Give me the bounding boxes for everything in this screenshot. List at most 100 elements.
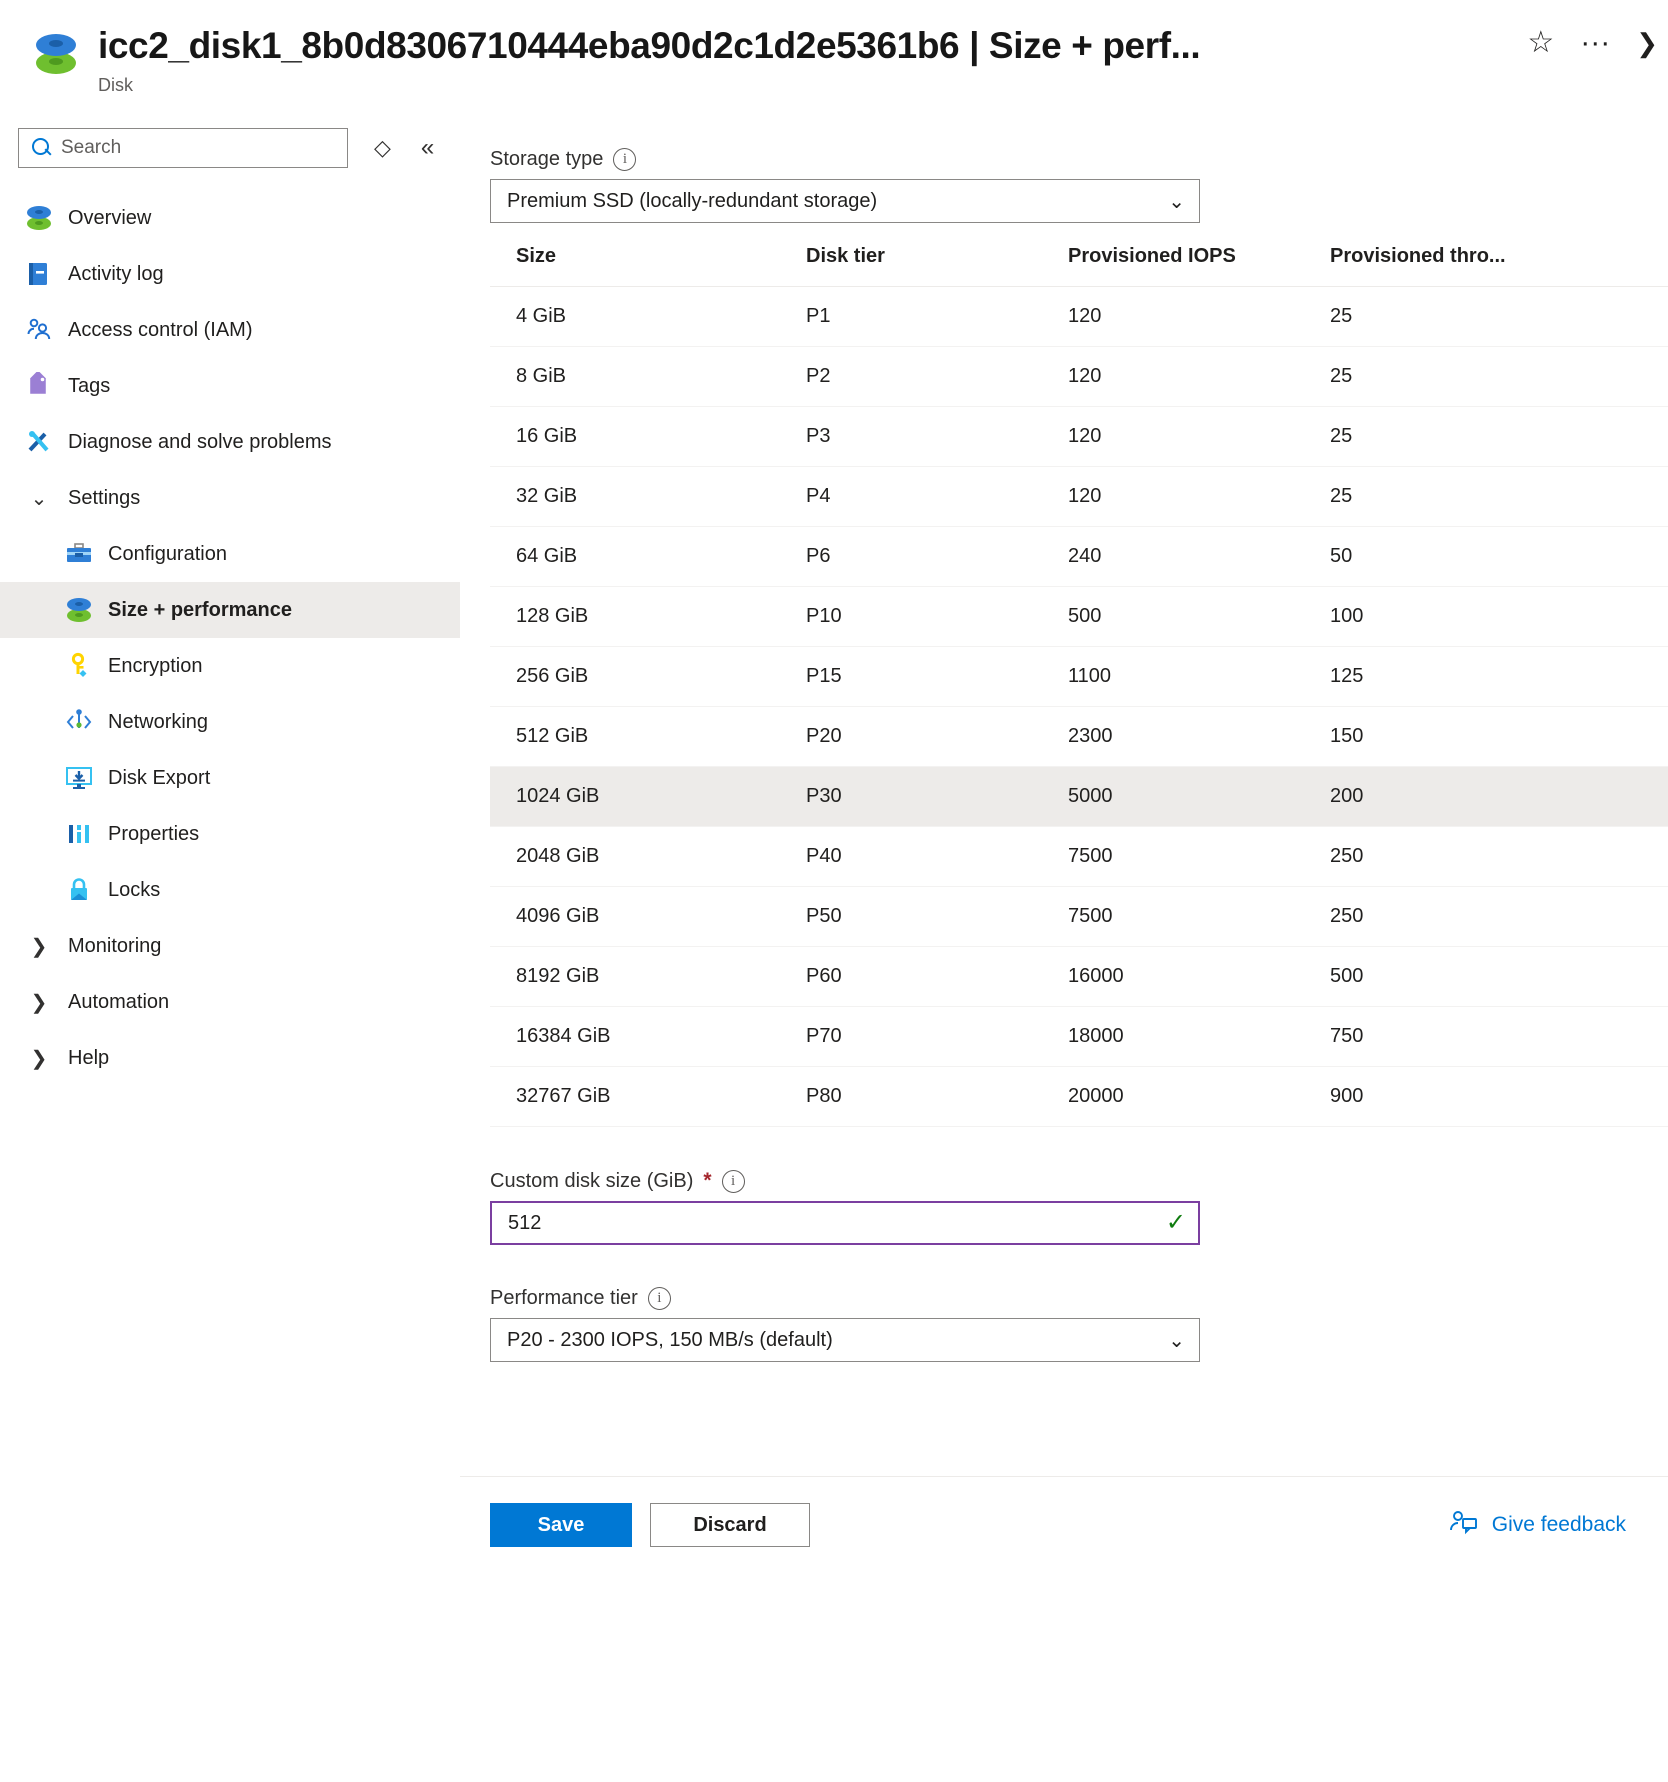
checkmark-icon: ✓	[1165, 1209, 1186, 1236]
table-row[interactable]: 32 GiB P4 120 25	[490, 466, 1668, 527]
sidebar-item-encryption[interactable]: Encryption	[0, 638, 460, 694]
sort-icon[interactable]: ◇	[374, 135, 391, 161]
custom-disk-size-label: Custom disk size (GiB) * i	[490, 1169, 1668, 1193]
storage-type-select[interactable]: Premium SSD (locally-redundant storage) …	[490, 179, 1200, 223]
table-cell: 7500	[1042, 826, 1304, 887]
info-icon[interactable]: i	[647, 1287, 671, 1310]
custom-disk-size-block: Custom disk size (GiB) * i ✓	[490, 1169, 1668, 1245]
table-row[interactable]: 128 GiB P10 500 100	[490, 586, 1668, 647]
table-cell: P60	[780, 946, 1042, 1007]
table-row[interactable]: 8 GiB P2 120 25	[490, 346, 1668, 407]
toolbox-icon	[62, 540, 96, 568]
table-cell: 125	[1304, 646, 1668, 707]
double-chevron-left-icon[interactable]: «	[421, 134, 434, 162]
table-cell: P2	[780, 346, 1042, 407]
discard-button[interactable]: Discard	[650, 1503, 810, 1547]
table-cell: 1024 GiB	[490, 766, 780, 827]
tag-icon	[22, 372, 56, 400]
key-icon	[62, 652, 96, 680]
sidebar-item-label: Properties	[108, 823, 200, 845]
sidebar-item-overview[interactable]: Overview	[0, 190, 460, 246]
sidebar-item-properties[interactable]: Properties	[0, 806, 460, 862]
table-cell: 16 GiB	[490, 406, 780, 467]
table-row[interactable]: 8192 GiB P60 16000 500	[490, 946, 1668, 1007]
table-row[interactable]: 256 GiB P15 1100 125	[490, 646, 1668, 707]
sidebar-item-activity-log[interactable]: Activity log	[0, 246, 460, 302]
search-icon	[31, 137, 53, 159]
chevron-down-icon: ⌄	[1168, 1329, 1185, 1352]
table-row[interactable]: 4096 GiB P50 7500 250	[490, 886, 1668, 947]
networking-icon	[62, 708, 96, 736]
search-input[interactable]	[61, 137, 339, 159]
table-row[interactable]: 64 GiB P6 240 50	[490, 526, 1668, 587]
table-cell: 256 GiB	[490, 646, 780, 707]
custom-disk-size-input[interactable]	[508, 1211, 1166, 1235]
chevron-right-icon: ❯	[30, 935, 48, 958]
chevron-right-icon: ❯	[30, 1047, 48, 1070]
storage-type-label-text: Storage type	[490, 148, 604, 170]
sidebar-item-configuration[interactable]: Configuration	[0, 526, 460, 582]
disk-export-icon	[62, 764, 96, 792]
column-header-provisioned-iops: Provisioned IOPS	[1042, 245, 1304, 287]
sidebar-item-label: Automation	[68, 991, 170, 1013]
table-cell: 120	[1042, 466, 1304, 527]
table-cell: P10	[780, 586, 1042, 647]
disk-icon	[62, 596, 96, 624]
sidebar-item-networking[interactable]: Networking	[0, 694, 460, 750]
table-row[interactable]: 16 GiB P3 120 25	[490, 406, 1668, 467]
lock-icon	[62, 876, 96, 904]
sidebar: ◇ « Overview Activity log	[0, 118, 460, 1782]
table-row[interactable]: 1024 GiB P30 5000 200	[490, 766, 1668, 827]
give-feedback-link[interactable]: Give feedback	[1448, 1507, 1626, 1542]
table-row[interactable]: 16384 GiB P70 18000 750	[490, 1006, 1668, 1067]
blade-header: icc2_disk1_8b0d8306710444eba90d2c1d2e536…	[0, 0, 1668, 118]
table-cell: 25	[1304, 406, 1668, 467]
custom-disk-size-label-text: Custom disk size (GiB)	[490, 1169, 694, 1192]
chevron-down-icon: ⌄	[30, 487, 48, 510]
sidebar-group-automation[interactable]: ❯ Automation	[0, 974, 460, 1030]
info-icon[interactable]: i	[613, 148, 637, 171]
table-cell: 250	[1304, 826, 1668, 887]
sidebar-group-help[interactable]: ❯ Help	[0, 1030, 460, 1086]
save-button[interactable]: Save	[490, 1503, 632, 1547]
table-cell: P4	[780, 466, 1042, 527]
sidebar-item-locks[interactable]: Locks	[0, 862, 460, 918]
sidebar-item-access-control[interactable]: Access control (IAM)	[0, 302, 460, 358]
performance-tier-select[interactable]: P20 - 2300 IOPS, 150 MB/s (default) ⌄	[490, 1318, 1200, 1362]
table-cell: P15	[780, 646, 1042, 707]
table-cell: 750	[1304, 1006, 1668, 1067]
table-cell: 500	[1042, 586, 1304, 647]
table-cell: 25	[1304, 346, 1668, 407]
close-icon[interactable]: ❯	[1636, 30, 1658, 56]
table-row[interactable]: 512 GiB P20 2300 150	[490, 706, 1668, 767]
sidebar-item-label: Encryption	[108, 655, 203, 677]
sidebar-group-settings[interactable]: ⌄ Settings	[0, 470, 460, 526]
table-cell: 25	[1304, 286, 1668, 347]
disk-sizes-table-body: 4 GiB P1 120 25 8 GiB P2 120 25 16 GiB P3 120 25 32 …	[490, 286, 1668, 1127]
info-icon[interactable]: i	[721, 1169, 745, 1193]
table-row[interactable]: 4 GiB P1 120 25	[490, 286, 1668, 347]
sidebar-item-label: Help	[68, 1047, 110, 1069]
table-cell: 500	[1304, 946, 1668, 1007]
storage-type-value: Premium SSD (locally-redundant storage)	[507, 189, 878, 212]
table-cell: 4 GiB	[490, 286, 780, 347]
table-row[interactable]: 2048 GiB P40 7500 250	[490, 826, 1668, 887]
sidebar-item-label: Tags	[68, 375, 111, 397]
sidebar-item-size-performance[interactable]: Size + performance	[0, 582, 460, 638]
table-cell: 2048 GiB	[490, 826, 780, 887]
table-cell: 18000	[1042, 1006, 1304, 1067]
table-cell: P80	[780, 1066, 1042, 1127]
title-row: icc2_disk1_8b0d8306710444eba90d2c1d2e536…	[0, 0, 1668, 96]
sidebar-item-tags[interactable]: Tags	[0, 358, 460, 414]
tools-icon	[22, 428, 56, 456]
table-row[interactable]: 32767 GiB P80 20000 900	[490, 1066, 1668, 1127]
sidebar-item-disk-export[interactable]: Disk Export	[0, 750, 460, 806]
star-outline-icon[interactable]: ☆	[1527, 28, 1554, 58]
custom-disk-size-field[interactable]: ✓	[490, 1201, 1200, 1245]
sidebar-group-monitoring[interactable]: ❯ Monitoring	[0, 918, 460, 974]
column-header-provisioned-throughput: Provisioned thro...	[1304, 245, 1668, 287]
search-box[interactable]	[18, 128, 348, 168]
sidebar-item-diagnose[interactable]: Diagnose and solve problems	[0, 414, 460, 470]
ellipsis-icon[interactable]: ···	[1580, 28, 1610, 58]
table-cell: 120	[1042, 346, 1304, 407]
